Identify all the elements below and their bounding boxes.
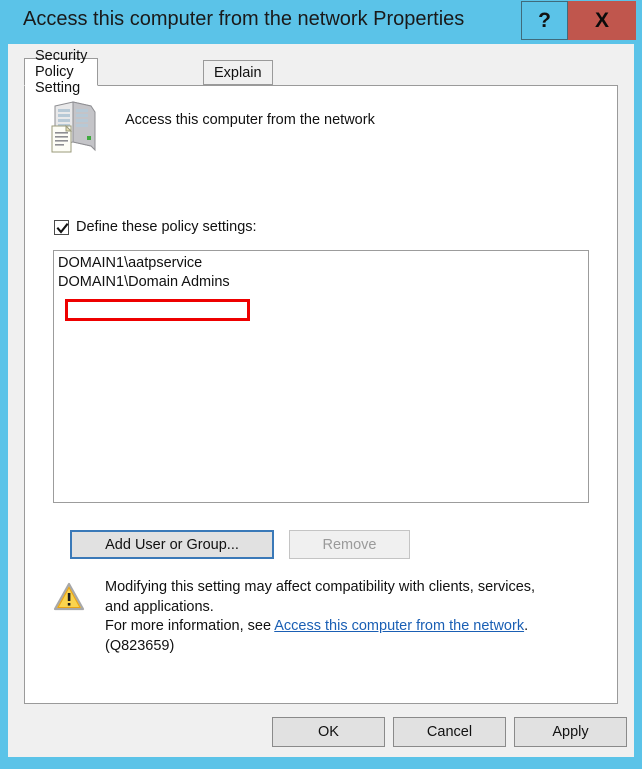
warning-line-3-suffix: .	[524, 618, 529, 634]
warning-triangle-icon	[53, 582, 85, 612]
window-title: Access this computer from the network Pr…	[23, 8, 465, 30]
help-button[interactable]: ?	[521, 1, 568, 40]
define-policy-settings-checkbox-row[interactable]: Define these policy settings:	[54, 217, 257, 237]
list-item[interactable]: DOMAIN1\Domain Admins	[54, 273, 588, 292]
tab-label: Security Policy Setting	[35, 48, 88, 96]
warning-text: Modifying this setting may affect compat…	[105, 578, 605, 656]
policy-name-label: Access this computer from the network	[125, 112, 375, 128]
list-item[interactable]: DOMAIN1\aatpservice	[54, 254, 588, 273]
principal-list-box[interactable]: DOMAIN1\aatpservice DOMAIN1\Domain Admin…	[53, 250, 589, 503]
warning-more-info-link[interactable]: Access this computer from the network	[274, 618, 524, 634]
tab-explain[interactable]: Explain	[203, 60, 273, 85]
title-bar: Access this computer from the network Pr…	[0, 0, 642, 44]
tab-page-security-policy-setting: Access this computer from the network De…	[24, 85, 618, 704]
ok-label: OK	[318, 724, 339, 740]
server-policy-icon	[47, 100, 101, 158]
checkmark-icon	[56, 222, 69, 234]
dialog-body: Security Policy Setting Explain Access t…	[8, 44, 634, 757]
warning-line-2: and applications.	[105, 598, 214, 615]
warning-line-3-prefix: For more information, see	[105, 618, 275, 634]
tab-label: Explain	[214, 64, 262, 81]
apply-label: Apply	[552, 724, 589, 740]
cancel-label: Cancel	[426, 724, 473, 740]
tab-security-policy-setting[interactable]: Security Policy Setting	[24, 48, 99, 96]
ok-button[interactable]: OK	[272, 717, 385, 747]
apply-button[interactable]: Apply	[514, 717, 627, 747]
remove-label: Remove	[322, 536, 377, 553]
remove-button: Remove	[289, 530, 410, 559]
add-user-or-group-button[interactable]: Add User or Group...	[70, 530, 274, 559]
warning-line-1: Modifying this setting may affect compat…	[105, 579, 536, 595]
close-button[interactable]: X	[568, 1, 636, 40]
policy-header: Access this computer from the network	[47, 100, 587, 160]
properties-dialog-window: Access this computer from the network Pr…	[0, 0, 642, 769]
add-user-or-group-label: Add User or Group...	[105, 536, 239, 553]
question-mark-icon: ?	[538, 8, 551, 32]
cancel-button[interactable]: Cancel	[393, 717, 506, 747]
warning-kb-number: (Q823659)	[105, 637, 175, 654]
define-policy-settings-checkbox[interactable]	[54, 219, 69, 235]
define-policy-settings-label: Define these policy settings:	[76, 219, 257, 235]
close-x-icon: X	[594, 8, 609, 32]
